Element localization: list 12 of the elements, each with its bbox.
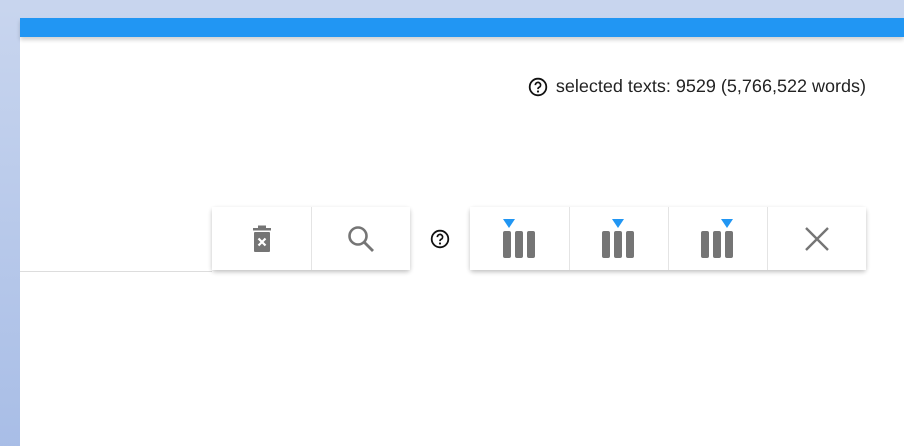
delete-button[interactable] <box>212 207 311 270</box>
search-button[interactable] <box>311 207 410 270</box>
help-icon[interactable] <box>528 76 548 96</box>
column-button[interactable] <box>569 207 668 270</box>
selection-count: selected texts: 9529 (5,766,522 words) <box>556 76 866 97</box>
column-button[interactable] <box>668 207 767 270</box>
column-button[interactable] <box>470 207 569 270</box>
trash-icon <box>250 224 272 252</box>
close-icon <box>804 226 830 252</box>
search-icon <box>346 224 376 254</box>
help-icon[interactable] <box>430 228 450 248</box>
close-button[interactable] <box>767 207 866 270</box>
